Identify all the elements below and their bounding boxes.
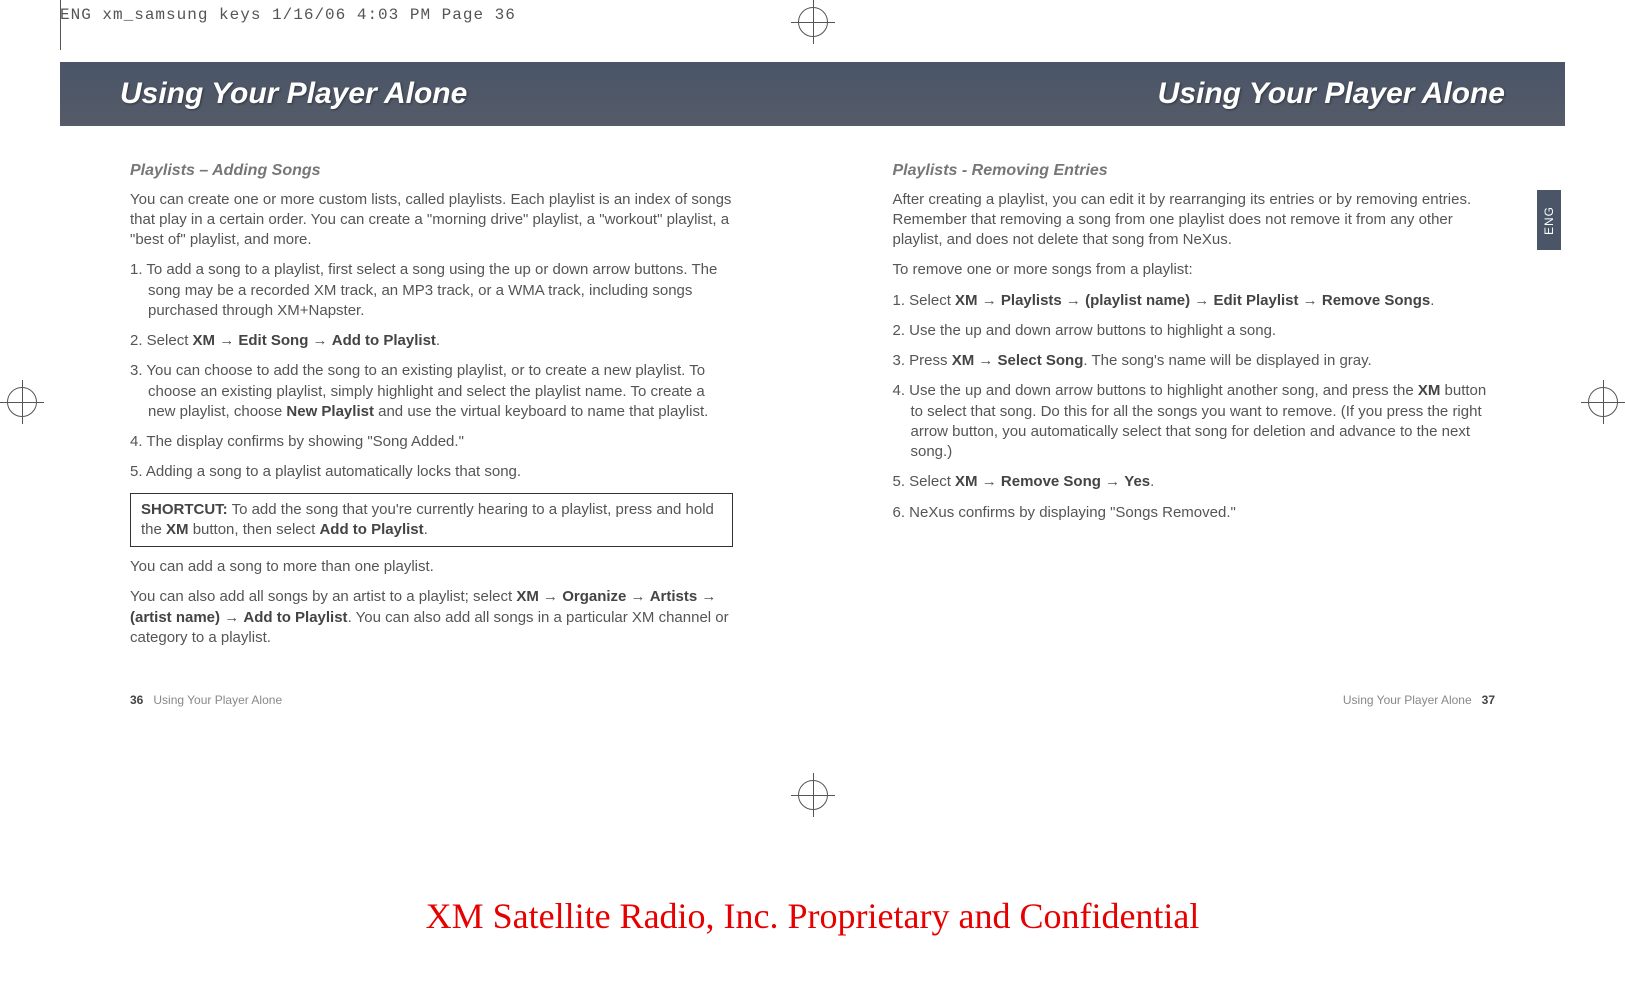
body-text: You can add a song to more than one play… [130, 557, 733, 577]
content-columns: Playlists – Adding Songs You can create … [130, 160, 1495, 658]
step-6: 6. NeXus confirms by displaying "Songs R… [893, 503, 1496, 523]
step-2: 2. Use the up and down arrow buttons to … [893, 321, 1496, 341]
header-banner: Using Your Player Alone Using Your Playe… [60, 62, 1565, 126]
registration-mark-top [791, 0, 835, 44]
left-subhead: Playlists – Adding Songs [130, 160, 733, 182]
step-5: 5. Adding a song to a playlist automatic… [130, 462, 733, 482]
confidential-watermark: XM Satellite Radio, Inc. Proprietary and… [0, 895, 1625, 937]
document-spread: ENG xm_samsung keys 1/16/06 4:03 PM Page… [0, 0, 1625, 987]
step-3: 3. Press XM → Select Song. The song's na… [893, 351, 1496, 371]
step-2: 2. Select XM → Edit Song → Add to Playli… [130, 331, 733, 351]
footer-section-right: Using Your Player Alone [1343, 693, 1472, 707]
step-3: 3. You can choose to add the song to an … [130, 361, 733, 422]
body-text: After creating a playlist, you can edit … [893, 190, 1496, 251]
body-text: You can create one or more custom lists,… [130, 190, 733, 251]
registration-mark-bottom [791, 773, 835, 817]
step-1: 1. To add a song to a playlist, first se… [130, 260, 733, 321]
left-page-content: Playlists – Adding Songs You can create … [130, 160, 733, 658]
right-page-content: Playlists - Removing Entries After creat… [893, 160, 1496, 658]
slug-line: ENG xm_samsung keys 1/16/06 4:03 PM Page… [60, 6, 516, 24]
body-text: You can also add all songs by an artist … [130, 587, 733, 648]
header-title-left: Using Your Player Alone [120, 77, 467, 111]
page-number-right: 37 [1482, 693, 1495, 707]
body-text: To remove one or more songs from a playl… [893, 260, 1496, 280]
step-4: 4. The display confirms by showing "Song… [130, 432, 733, 452]
footer-right: Using Your Player Alone 37 [1343, 693, 1495, 707]
footer-left: 36 Using Your Player Alone [130, 693, 282, 707]
registration-mark-left [0, 380, 44, 424]
header-title-right: Using Your Player Alone [1158, 77, 1505, 111]
step-1: 1. Select XM → Playlists → (playlist nam… [893, 291, 1496, 311]
shortcut-box: SHORTCUT: To add the song that you're cu… [130, 493, 733, 548]
step-4: 4. Use the up and down arrow buttons to … [893, 381, 1496, 462]
registration-mark-right [1581, 380, 1625, 424]
step-5: 5. Select XM → Remove Song → Yes. [893, 472, 1496, 492]
footer-section-left: Using Your Player Alone [153, 693, 282, 707]
language-tab: ENG [1537, 190, 1561, 250]
right-subhead: Playlists - Removing Entries [893, 160, 1496, 182]
page-number-left: 36 [130, 693, 143, 707]
